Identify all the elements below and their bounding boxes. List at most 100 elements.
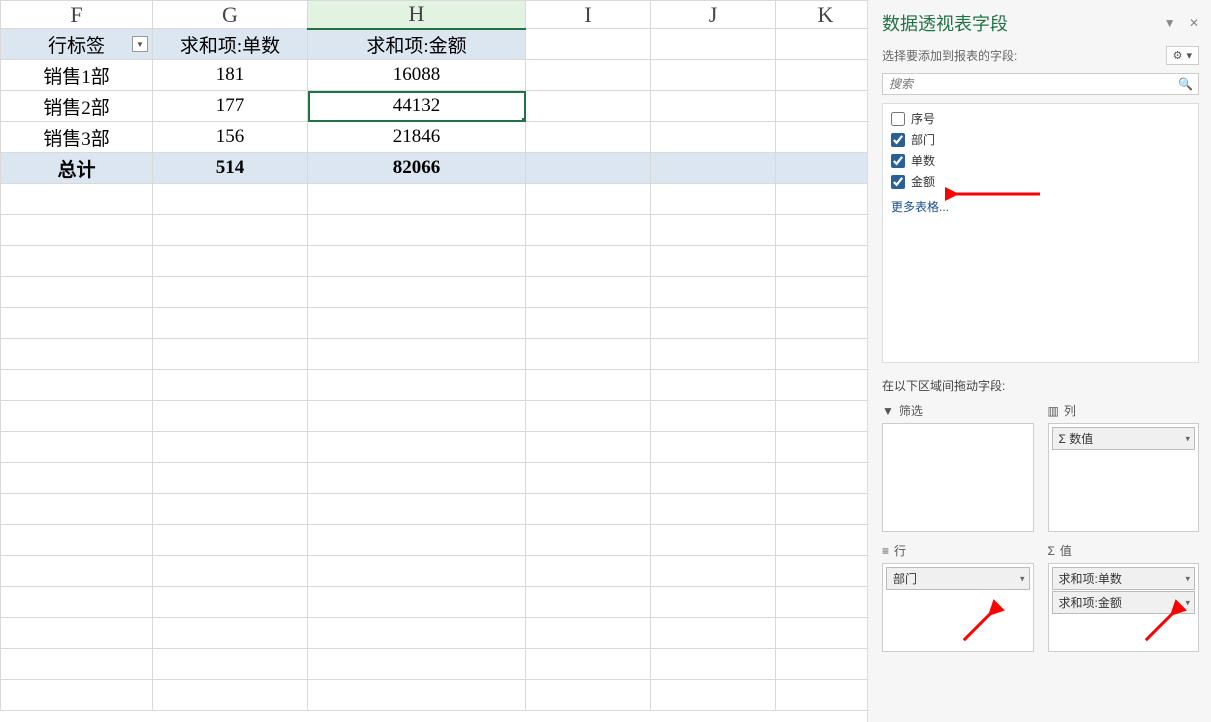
cell[interactable]: [526, 215, 651, 246]
cell[interactable]: [153, 215, 308, 246]
cell[interactable]: [153, 308, 308, 339]
cell[interactable]: [526, 649, 651, 680]
cell[interactable]: [153, 649, 308, 680]
area-columns-drop[interactable]: Σ 数值: [1048, 423, 1200, 532]
field-checkbox-orders[interactable]: [891, 154, 905, 168]
cell[interactable]: [651, 463, 776, 494]
cell[interactable]: [776, 246, 869, 277]
cell[interactable]: [1, 525, 153, 556]
cell[interactable]: [1, 370, 153, 401]
cell[interactable]: [526, 308, 651, 339]
cell[interactable]: [153, 525, 308, 556]
cell[interactable]: [776, 370, 869, 401]
area-pill[interactable]: 部门: [886, 567, 1030, 590]
field-search-input[interactable]: [882, 73, 1199, 95]
cell[interactable]: [526, 587, 651, 618]
cell[interactable]: [776, 308, 869, 339]
cell[interactable]: [651, 618, 776, 649]
cell[interactable]: [776, 432, 869, 463]
field-item[interactable]: 部门: [883, 129, 1198, 150]
cell[interactable]: [1, 277, 153, 308]
cell[interactable]: [651, 91, 776, 122]
area-filters-drop[interactable]: [882, 423, 1034, 532]
cell[interactable]: [651, 246, 776, 277]
cell[interactable]: [776, 463, 869, 494]
cell[interactable]: [776, 587, 869, 618]
field-item[interactable]: 序号: [883, 108, 1198, 129]
cell[interactable]: [526, 680, 651, 711]
cell[interactable]: [153, 680, 308, 711]
field-item[interactable]: 金额: [883, 171, 1198, 192]
cell[interactable]: [153, 618, 308, 649]
cell[interactable]: [526, 370, 651, 401]
cell[interactable]: [526, 432, 651, 463]
cell[interactable]: [153, 370, 308, 401]
cell[interactable]: [1, 649, 153, 680]
cell[interactable]: [651, 556, 776, 587]
cell[interactable]: [651, 215, 776, 246]
row-label-filter-icon[interactable]: ▼: [132, 36, 148, 52]
cell[interactable]: [153, 556, 308, 587]
cell[interactable]: [651, 339, 776, 370]
cell[interactable]: [776, 122, 869, 153]
cell[interactable]: [308, 370, 526, 401]
cell[interactable]: [651, 494, 776, 525]
area-rows-drop[interactable]: 部门: [882, 563, 1034, 652]
cell[interactable]: [651, 29, 776, 60]
cell[interactable]: [651, 649, 776, 680]
cell[interactable]: [153, 494, 308, 525]
cell[interactable]: [776, 184, 869, 215]
cell[interactable]: [776, 494, 869, 525]
cell[interactable]: [776, 215, 869, 246]
chevron-down-icon[interactable]: ▼: [1164, 16, 1176, 30]
cell[interactable]: [526, 184, 651, 215]
pivot-row-orders[interactable]: 177: [153, 91, 308, 122]
cell[interactable]: [308, 680, 526, 711]
cell[interactable]: [1, 680, 153, 711]
cell[interactable]: [776, 680, 869, 711]
cell[interactable]: [526, 153, 651, 184]
col-hdr-F[interactable]: F: [1, 1, 153, 29]
cell[interactable]: [308, 432, 526, 463]
cell[interactable]: [776, 556, 869, 587]
spreadsheet-grid[interactable]: F G H I J K 行标签 ▼ 求和项:单数 求和项:金额 销售1部 181…: [0, 0, 868, 722]
pivot-row-orders[interactable]: 156: [153, 122, 308, 153]
pivot-row-label[interactable]: 销售1部: [1, 60, 153, 91]
cell[interactable]: [526, 339, 651, 370]
cell[interactable]: [526, 525, 651, 556]
cell[interactable]: [308, 587, 526, 618]
cell[interactable]: [776, 618, 869, 649]
pivot-row-label[interactable]: 销售2部: [1, 91, 153, 122]
cell[interactable]: [1, 184, 153, 215]
cell[interactable]: [651, 277, 776, 308]
cell[interactable]: [1, 618, 153, 649]
cell[interactable]: [526, 246, 651, 277]
cell[interactable]: [651, 60, 776, 91]
more-tables-link[interactable]: 更多表格...: [883, 192, 1198, 221]
col-hdr-H[interactable]: H: [308, 1, 526, 29]
cell[interactable]: [1, 215, 153, 246]
cell[interactable]: [153, 587, 308, 618]
pivot-total-amount[interactable]: 82066: [308, 153, 526, 184]
search-icon[interactable]: 🔍: [1178, 77, 1193, 91]
cell[interactable]: [308, 308, 526, 339]
pivot-total-label[interactable]: 总计: [1, 153, 153, 184]
cell[interactable]: [651, 680, 776, 711]
pivot-header-amount[interactable]: 求和项:金额: [308, 29, 526, 60]
cell[interactable]: [153, 277, 308, 308]
cell[interactable]: [1, 587, 153, 618]
pane-settings-button[interactable]: ⚙ ▾: [1166, 46, 1199, 65]
field-checkbox-amount[interactable]: [891, 175, 905, 189]
cell[interactable]: [651, 370, 776, 401]
cell[interactable]: [526, 29, 651, 60]
cell[interactable]: [308, 525, 526, 556]
cell[interactable]: [526, 494, 651, 525]
cell[interactable]: [526, 463, 651, 494]
cell[interactable]: [776, 649, 869, 680]
cell[interactable]: [526, 91, 651, 122]
area-pill[interactable]: 求和项:单数: [1052, 567, 1196, 590]
close-icon[interactable]: ✕: [1189, 16, 1199, 30]
pivot-total-orders[interactable]: 514: [153, 153, 308, 184]
col-hdr-I[interactable]: I: [526, 1, 651, 29]
cell[interactable]: [153, 246, 308, 277]
